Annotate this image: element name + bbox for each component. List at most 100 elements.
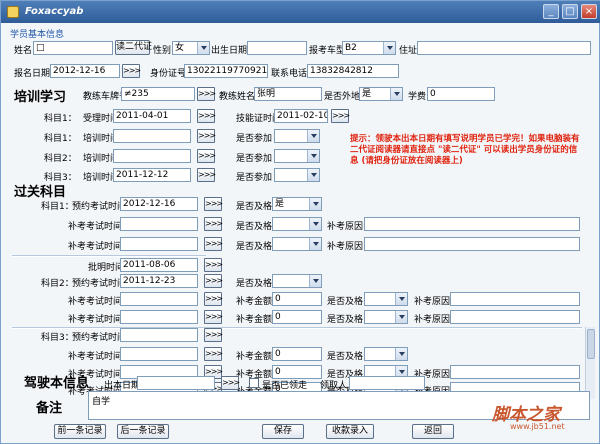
pass-select[interactable] xyxy=(364,292,408,306)
retest-fee-input[interactable]: 0 xyxy=(272,292,322,306)
next-record-button[interactable]: 后一条记录 xyxy=(117,424,169,439)
car-type-select[interactable]: B2 xyxy=(342,41,396,55)
gender-select[interactable]: 女 xyxy=(172,41,210,55)
train-subject-label: 科目2： xyxy=(44,154,77,164)
save-button[interactable]: 保存 xyxy=(262,424,304,439)
appt-time-label: 预约考试时间 xyxy=(72,279,127,289)
retest-time-picker-button[interactable]: >>> xyxy=(204,237,223,251)
retest-time-input[interactable] xyxy=(120,237,198,251)
back-button[interactable]: 返回 xyxy=(412,424,454,439)
reg-date-picker-button[interactable]: >>> xyxy=(122,64,141,78)
exam-subject3-label: 科目3： xyxy=(41,333,74,343)
retest-reason-input[interactable] xyxy=(364,217,580,231)
join-select[interactable] xyxy=(274,149,320,163)
name-label: 姓名 xyxy=(14,46,33,56)
retest-time-picker-button[interactable]: >>> xyxy=(204,310,223,324)
retest-fee-label: 补考金额 xyxy=(236,352,273,362)
retest-fee-input[interactable]: 0 xyxy=(272,347,322,361)
retest-reason-input[interactable] xyxy=(450,310,580,324)
read-id-card-button[interactable]: 读二代证 xyxy=(115,40,152,55)
retest-reason-label: 补考原因 xyxy=(327,242,364,252)
coach-car-input[interactable]: ≠235 xyxy=(121,87,195,101)
pass-select[interactable] xyxy=(364,310,408,324)
appt-time-input[interactable]: 2011-12-23 xyxy=(120,274,198,288)
payment-entry-button[interactable]: 收款录入 xyxy=(326,424,374,439)
exam-heading: 过关科目 xyxy=(14,185,67,200)
approve-time-input[interactable]: 2011-08-06 xyxy=(120,258,198,272)
reg-date-label: 报名日期 xyxy=(14,69,51,79)
retest-fee-input[interactable]: 0 xyxy=(272,310,322,324)
accept-time-picker-button[interactable]: >>> xyxy=(197,109,216,123)
id-number-input[interactable]: 130221197709212313 xyxy=(184,64,268,78)
window-title: Foxaccyab xyxy=(25,6,84,17)
retest-reason-input[interactable] xyxy=(450,292,580,306)
retest-reason-input[interactable] xyxy=(364,237,580,251)
retest-reason-input[interactable] xyxy=(450,365,580,379)
train-time-input[interactable]: 2011-12-12 xyxy=(113,168,191,182)
join-select[interactable] xyxy=(274,129,320,143)
skill-cert-input[interactable]: 2011-02-10 xyxy=(274,109,328,123)
retest-time-input[interactable] xyxy=(120,347,198,361)
retest-time-picker-button[interactable]: >>> xyxy=(204,217,223,231)
tip-notice: 提示：领驶本出本日期有填写说明学员已学完！如果电脑装有二代证阅读器请直接点 "读… xyxy=(350,134,580,166)
appt-time-picker-button[interactable]: >>> xyxy=(204,328,223,342)
pass-select[interactable] xyxy=(272,274,322,288)
accept-time-input[interactable]: 2011-04-01 xyxy=(113,109,191,123)
birth-date-input[interactable] xyxy=(247,41,307,55)
pass-select[interactable] xyxy=(272,217,322,231)
fee-input[interactable]: 0 xyxy=(427,87,495,101)
appt-time-input[interactable]: 2012-12-16 xyxy=(120,197,198,211)
approve-time-label: 批明时间 xyxy=(88,263,125,273)
coach-car-picker-button[interactable]: >>> xyxy=(197,87,216,101)
appt-time-input[interactable] xyxy=(120,328,198,342)
skill-cert-picker-button[interactable]: >>> xyxy=(331,109,350,123)
form-content: 学员基本信息 姓名 □ 读二代证 性别 女 出生日期 报考车型 B2 住址 报名… xyxy=(4,24,596,441)
received-checkbox[interactable] xyxy=(249,378,259,388)
pass-select[interactable]: 是 xyxy=(272,197,322,211)
train-time-input[interactable] xyxy=(113,129,191,143)
approve-time-picker-button[interactable]: >>> xyxy=(204,258,223,272)
fee-label: 学费 xyxy=(408,92,427,102)
license-heading: 驾驶本信息 xyxy=(24,376,90,391)
birth-date-label: 出生日期 xyxy=(211,46,248,56)
scrollbar-thumb[interactable] xyxy=(587,329,595,359)
train-time-picker-button[interactable]: >>> xyxy=(197,149,216,163)
issue-date-picker-button[interactable]: >>> xyxy=(221,376,240,390)
retest-time-picker-button[interactable]: >>> xyxy=(204,292,223,306)
chevron-down-icon xyxy=(307,150,319,162)
prev-record-button[interactable]: 前一条记录 xyxy=(54,424,106,439)
phone-input[interactable]: 13832842812 xyxy=(307,64,399,78)
retest-fee-input[interactable]: 0 xyxy=(272,365,322,379)
reg-date-input[interactable]: 2012-12-16 xyxy=(50,64,120,78)
appt-time-picker-button[interactable]: >>> xyxy=(204,274,223,288)
pass-label: 是否及格 xyxy=(236,242,273,252)
issue-date-input[interactable] xyxy=(137,376,215,390)
pass-select[interactable] xyxy=(364,347,408,361)
appt-time-picker-button[interactable]: >>> xyxy=(204,197,223,211)
retest-time-input[interactable] xyxy=(120,217,198,231)
train-time-picker-button[interactable]: >>> xyxy=(197,168,216,182)
maximize-button[interactable]: □ xyxy=(562,4,578,19)
address-input[interactable] xyxy=(417,41,591,55)
close-button[interactable]: × xyxy=(581,4,597,19)
appt-time-label: 预约考试时间 xyxy=(72,202,127,212)
join-select[interactable] xyxy=(274,168,320,182)
coach-name-input[interactable]: 张明 xyxy=(254,87,322,101)
minimize-button[interactable]: _ xyxy=(543,4,559,19)
retest-time-label: 补考考试时间 xyxy=(68,222,123,232)
retest-time-input[interactable] xyxy=(120,292,198,306)
train-time-input[interactable] xyxy=(113,149,191,163)
outside-select[interactable]: 是 xyxy=(359,87,403,101)
chevron-down-icon xyxy=(309,238,321,250)
pass-label: 是否及格 xyxy=(327,315,364,325)
retest-time-input[interactable] xyxy=(120,310,198,324)
receiver-input[interactable] xyxy=(349,376,425,390)
vertical-scrollbar[interactable] xyxy=(585,327,595,399)
retest-time-label: 补考考试时间 xyxy=(68,315,123,325)
train-time-picker-button[interactable]: >>> xyxy=(197,129,216,143)
train-subject-label: 科目1： xyxy=(44,134,77,144)
name-input[interactable]: □ xyxy=(33,41,113,55)
retest-time-picker-button[interactable]: >>> xyxy=(204,347,223,361)
pass-label: 是否及格 xyxy=(327,297,364,307)
pass-select[interactable] xyxy=(272,237,322,251)
